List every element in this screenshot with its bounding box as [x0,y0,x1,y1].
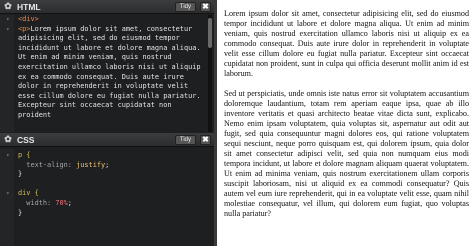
code-token: exercitation ullamco laboris nisi ut ali… [18,62,201,71]
code-token: div { [18,189,39,198]
code-line[interactable] [0,180,214,190]
code-line[interactable]: dolor in reprehenderit in voluptate veli… [0,82,214,92]
code-token: } [18,170,23,179]
html-close-button[interactable]: ✖ [200,2,211,12]
code-line[interactable]: width: 70%; [0,199,214,209]
fold-arrow-icon[interactable]: ▾ [6,189,10,199]
code-token: adipisicing elit, sed do eiusmod tempor [18,34,180,43]
code-token: Excepteur sint occaecat cupidatat non [18,101,172,110]
fold-arrow-icon[interactable]: ▾ [6,151,10,161]
html-code-editor[interactable]: ▾ <div> ▾ <p>Lorem ipsum dolor sit amet, co… [0,15,214,132]
code-line[interactable]: ▾ <div> [0,15,214,25]
code-token: Lorem ipsum dolor sit amet, consectetur [30,24,193,33]
html-tidy-button[interactable]: Tidy [174,2,196,12]
code-token: 70% [55,198,68,207]
code-line[interactable]: ex ea commodo consequat. Duis aute irure [0,73,214,83]
html-panel-title: HTML [17,1,41,12]
code-line[interactable]: exercitation ullamco laboris nisi ut ali… [0,63,214,73]
code-token: ; [105,160,110,169]
code-line[interactable]: adipisicing elit, sed do eiusmod tempor [0,34,214,44]
code-token: text-align: [18,160,77,169]
gear-icon[interactable]: ✿ [2,134,14,145]
code-line[interactable]: proident [0,111,214,121]
fold-arrow-icon[interactable]: ▾ [6,15,10,25]
code-token: ex ea commodo consequat. Duis aute irure [18,72,184,81]
code-token: justify [76,160,106,169]
code-token: incididunt ut labore et dolore magna ali… [18,43,201,52]
code-line[interactable]: ▾ <p>Lorem ipsum dolor sit amet, consecte… [0,25,214,35]
editor-column: ✿ HTML Tidy ✖ ▾ <div> ▾ <p>Lorem ipsum dolo… [0,0,214,246]
code-line[interactable]: Ut enim ad minim veniam, quis nostrud [0,53,214,63]
preview-pane: Lorem ipsum dolor sit amet, consectetur … [214,0,474,246]
code-token: p { [18,151,31,159]
code-line[interactable]: } [0,170,214,180]
html-panel-header: ✿ HTML Tidy ✖ [0,0,214,14]
preview-paragraph-1: Lorem ipsum dolor sit amet, consectetur … [224,9,469,78]
code-token: <p> [18,24,31,33]
code-line[interactable]: } [0,209,214,219]
css-close-button[interactable]: ✖ [200,135,211,145]
preview-paragraph-2: Sed ut perspiciatis, unde omnis iste nat… [224,89,469,218]
gear-icon[interactable]: ✿ [2,1,14,12]
code-line[interactable]: text-align: justify; [0,161,214,171]
code-token: <div> [18,15,39,23]
code-token: dolor in reprehenderit in voluptate veli… [18,82,189,91]
css-tidy-button[interactable]: Tidy [174,135,196,145]
css-panel-header: ✿ CSS Tidy ✖ [0,133,214,147]
css-code-editor[interactable]: ▾ p { text-align: justify;} ▾ div { width: … [0,149,214,246]
code-token: esse cillum dolore eu fugiat nulla paria… [18,91,201,100]
code-line[interactable]: Excepteur sint occaecat cupidatat non [0,101,214,111]
code-line[interactable]: ▾ p { [0,151,214,161]
css-panel-title: CSS [17,134,35,145]
code-token: } [18,208,23,217]
code-line[interactable]: esse cillum dolore eu fugiat nulla paria… [0,92,214,102]
html-scrollbar-thumb[interactable] [208,18,212,48]
code-token: Ut enim ad minim veniam, quis nostrud [18,53,172,62]
code-token: proident [18,110,52,119]
code-token: ; [67,198,72,207]
code-token: width: [18,198,56,207]
fold-arrow-icon[interactable]: ▾ [6,25,10,35]
code-line[interactable]: incididunt ut labore et dolore magna ali… [0,44,214,54]
code-line[interactable]: ▾ div { [0,189,214,199]
